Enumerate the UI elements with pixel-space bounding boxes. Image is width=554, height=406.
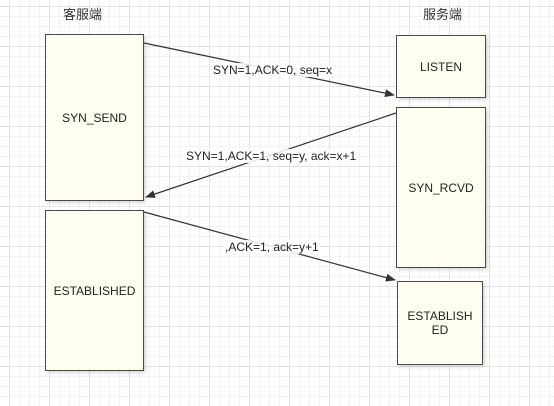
ack-message-label: ,ACK=1, ack=y+1: [224, 240, 320, 254]
syn-message-label: SYN=1,ACK=0, seq=x: [212, 63, 334, 77]
syn-ack-message-label: SYN=1,ACK=1, seq=y, ack=x+1: [185, 149, 358, 163]
arrows-layer: [143, 42, 397, 282]
